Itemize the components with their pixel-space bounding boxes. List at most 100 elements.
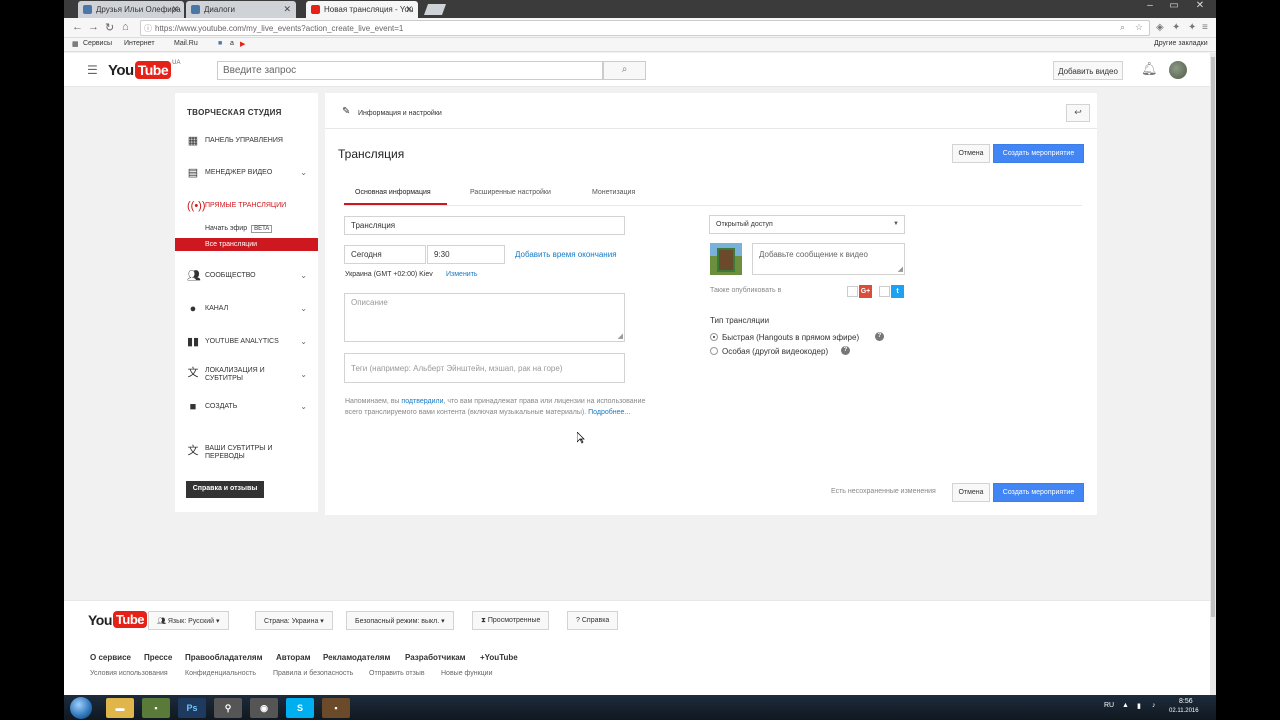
footer-youtube-logo[interactable]: You Tube — [88, 611, 147, 628]
bookmark-mailru[interactable]: Mail.Ru — [174, 40, 198, 47]
language-button[interactable]: 👥︎ Язык: Русский ▾ — [148, 611, 229, 630]
network-icon[interactable]: ▮ — [1137, 702, 1141, 710]
create-event-button-bottom[interactable]: Создать мероприятие — [993, 483, 1084, 502]
sidebar-item-create[interactable]: ■ СОЗДАТЬ ⌄ — [175, 399, 318, 417]
tab-basic-info[interactable]: Основная информация — [355, 189, 431, 196]
menu-icon[interactable]: ≡ — [1202, 22, 1208, 33]
back-arrow-icon[interactable]: ← — [72, 21, 83, 33]
hamburger-menu-icon[interactable]: ☰ — [87, 63, 98, 77]
time-field[interactable]: 9:30 — [427, 245, 505, 264]
twitter-checkbox[interactable] — [879, 286, 890, 297]
confirmed-link[interactable]: подтвердили — [401, 398, 443, 405]
sidebar-item-channel[interactable]: ● КАНАЛ ⌄ — [175, 301, 318, 319]
chevron-down-icon[interactable]: ⌄ — [300, 370, 307, 379]
tab-monetization[interactable]: Монетизация — [592, 189, 635, 196]
skype-icon[interactable]: S — [286, 698, 314, 718]
chevron-down-icon[interactable]: ⌄ — [300, 168, 307, 177]
new-tab-button[interactable] — [423, 4, 447, 15]
close-icon[interactable]: ✕ — [171, 4, 179, 15]
footer-link-terms[interactable]: Условия использования — [90, 670, 168, 677]
upload-button[interactable]: Добавить видео — [1053, 61, 1123, 80]
chevron-down-icon[interactable]: ⌄ — [300, 271, 307, 280]
bookmark-other[interactable]: Другие закладки — [1154, 40, 1208, 47]
cancel-button[interactable]: Отмена — [952, 144, 990, 163]
notifications-icon[interactable]: 🔔︎ — [1141, 61, 1158, 77]
sidebar-item-dashboard[interactable]: ▦ ПАНЕЛЬ УПРАВЛЕНИЯ — [175, 133, 318, 151]
tab-advanced-settings[interactable]: Расширенные настройки — [470, 189, 551, 196]
minecraft-launcher-icon[interactable]: ▪ — [322, 698, 350, 718]
description-field[interactable]: Описание ◢ — [344, 293, 625, 342]
search-input[interactable]: Введите запрос — [217, 61, 603, 80]
privacy-select[interactable]: Открытый доступ ▼ — [709, 215, 905, 234]
safety-mode-button[interactable]: Безопасный режим: выкл. ▾ — [346, 611, 454, 630]
chrome-icon[interactable]: ◉ — [250, 698, 278, 718]
date-field[interactable]: Сегодня — [344, 245, 426, 264]
youtube-logo[interactable]: You Tube UA — [108, 60, 180, 79]
footer-link-policy[interactable]: Правила и безопасность — [273, 670, 353, 677]
stream-type-custom-radio[interactable] — [710, 347, 718, 355]
extension-icon[interactable]: ✦ — [1188, 22, 1196, 33]
extension-icon[interactable]: ✦ — [1172, 22, 1180, 33]
close-icon[interactable]: ✕ — [405, 4, 413, 15]
resize-handle-icon[interactable]: ◢ — [618, 332, 623, 340]
star-icon[interactable]: ☆ — [1135, 22, 1143, 33]
browser-tab[interactable]: Диалоги ✕ — [186, 1, 296, 18]
create-event-button[interactable]: Создать мероприятие — [993, 144, 1084, 163]
sidebar-item-live[interactable]: ((•)) ПРЯМЫЕ ТРАНСЛЯЦИИ — [175, 198, 318, 216]
back-button[interactable]: ↩ — [1066, 104, 1090, 122]
gplus-checkbox[interactable] — [847, 286, 858, 297]
bookmark-vk-icon[interactable]: ■ — [218, 40, 222, 47]
scrollbar-thumb[interactable] — [1211, 57, 1215, 617]
title-field[interactable]: Трансляция — [344, 216, 625, 235]
chevron-down-icon[interactable]: ⌄ — [300, 402, 307, 411]
help-icon[interactable]: ? — [875, 332, 884, 341]
chevron-down-icon[interactable]: ⌄ — [300, 337, 307, 346]
help-icon[interactable]: ? — [841, 346, 850, 355]
message-field[interactable]: Добавьте сообщение к видео ◢ — [752, 243, 905, 275]
browser-tab-active[interactable]: Новая трансляция - You ✕ — [306, 1, 418, 18]
sidebar-item-localization[interactable]: 文 ЛОКАЛИЗАЦИЯ И СУБТИТРЫ ⌄ — [175, 365, 318, 387]
footer-link-advertise[interactable]: Рекламодателям — [323, 653, 390, 662]
explorer-icon[interactable]: ▬ — [106, 698, 134, 718]
extension-icon[interactable]: ◈ — [1156, 22, 1164, 33]
reload-icon[interactable]: ↻ — [105, 21, 114, 34]
footer-link-feedback[interactable]: Отправить отзыв — [369, 670, 425, 677]
clock-date[interactable]: 02.11.2016 — [1169, 708, 1199, 714]
sidebar-sub-all-streams[interactable]: Все трансляции — [175, 238, 318, 251]
close-window-icon[interactable]: ✕ — [1188, 0, 1212, 14]
stream-type-quick-radio[interactable] — [710, 333, 718, 341]
sidebar-item-your-subtitles[interactable]: 文 ВАШИ СУБТИТРЫ И ПЕРЕВОДЫ — [175, 443, 318, 465]
footer-link-copyright[interactable]: Правообладателям — [185, 653, 263, 662]
minecraft-icon[interactable]: ▪ — [142, 698, 170, 718]
change-timezone-link[interactable]: Изменить — [446, 271, 478, 278]
add-end-time-link[interactable]: Добавить время окончания — [515, 250, 617, 259]
home-icon[interactable]: ⌂ — [122, 21, 129, 33]
browser-tab[interactable]: Друзья Ильи Олефира ✕ — [78, 1, 184, 18]
photoshop-icon[interactable]: Ps — [178, 698, 206, 718]
sidebar-item-community[interactable]: 👥︎ СООБЩЕСТВО ⌄ — [175, 268, 318, 286]
footer-link-developers[interactable]: Разработчикам — [405, 653, 466, 662]
zoom-icon[interactable]: ⌕ — [1120, 22, 1125, 33]
clock-time[interactable]: 8:56 — [1179, 698, 1193, 705]
footer-link-creators[interactable]: Авторам — [276, 653, 311, 662]
url-field[interactable]: ⓘ https://www.youtube.com/my_live_events… — [140, 20, 1150, 36]
forward-arrow-icon[interactable]: → — [88, 21, 99, 33]
close-icon[interactable]: ✕ — [283, 4, 291, 15]
chevron-down-icon[interactable]: ⌄ — [300, 304, 307, 313]
footer-link-plus-youtube[interactable]: +YouTube — [480, 653, 518, 662]
sidebar-item-analytics[interactable]: ▮▮ YOUTUBE ANALYTICS ⌄ — [175, 334, 318, 352]
input-language[interactable]: RU — [1104, 702, 1114, 709]
tray-arrow-icon[interactable]: ▲ — [1122, 702, 1129, 709]
minimize-icon[interactable]: – — [1140, 0, 1160, 14]
app-icon[interactable]: ⚲ — [214, 698, 242, 718]
apps-icon[interactable]: ▦ — [72, 40, 79, 48]
search-button[interactable]: ⌕ — [603, 61, 646, 80]
sidebar-item-video-manager[interactable]: ▤ МЕНЕДЖЕР ВИДЕО ⌄ — [175, 165, 318, 183]
footer-link-about[interactable]: О сервисе — [90, 653, 131, 662]
bookmark-a[interactable]: a — [230, 40, 234, 47]
resize-handle-icon[interactable]: ◢ — [898, 265, 903, 273]
avatar[interactable] — [1169, 61, 1187, 79]
help-feedback-button[interactable]: Справка и отзывы — [186, 481, 264, 498]
help-button[interactable]: ? Справка — [567, 611, 619, 630]
maximize-icon[interactable]: ▭ — [1164, 0, 1184, 14]
